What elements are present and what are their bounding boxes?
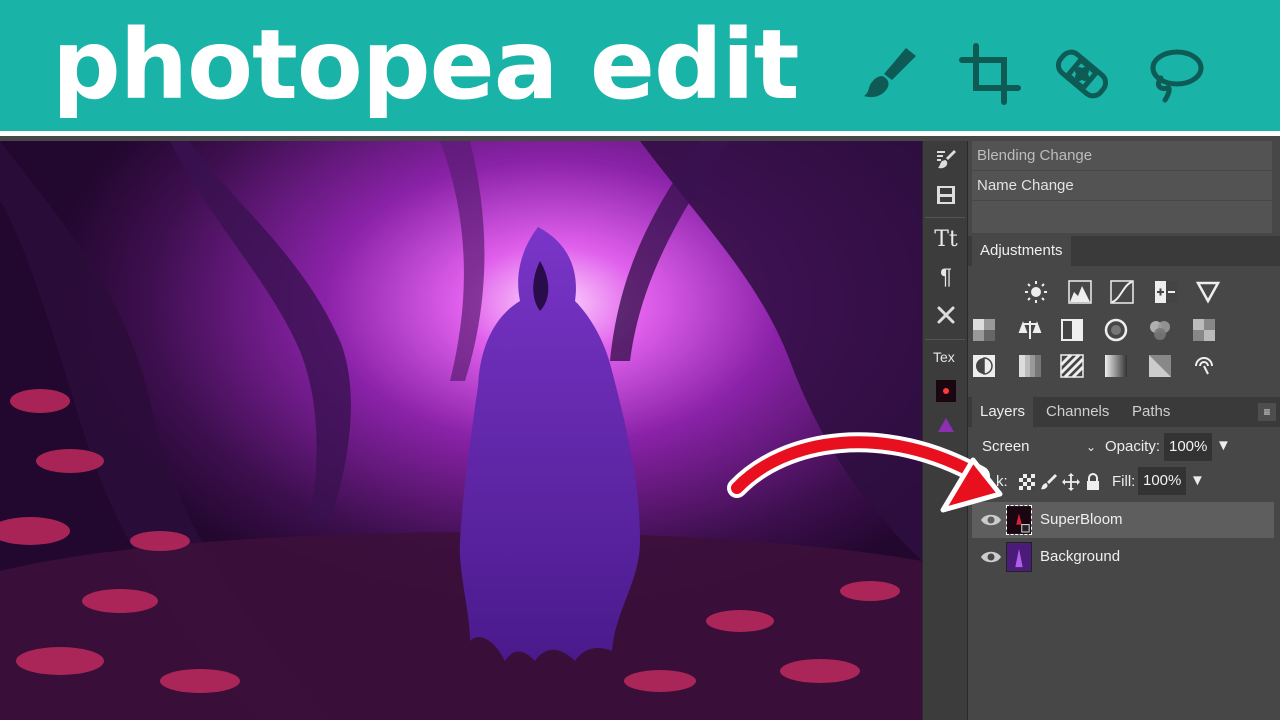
title-banner: photopea edit: [0, 0, 1280, 136]
bandage-icon: [1050, 42, 1114, 106]
eye-icon[interactable]: [980, 511, 1002, 529]
lock-pixels-icon[interactable]: [1040, 473, 1058, 491]
opacity-label: Opacity:: [1105, 438, 1161, 455]
image-canvas[interactable]: [0, 141, 922, 720]
lock-transparency-icon[interactable]: [1018, 473, 1036, 491]
tab-paths[interactable]: Paths: [1124, 397, 1178, 427]
tab-channels[interactable]: Channels: [1038, 397, 1117, 427]
lock-label: k:: [996, 473, 1008, 490]
channel-mixer-icon[interactable]: [1148, 318, 1172, 342]
history-item[interactable]: Name Change: [972, 171, 1272, 200]
layer-thumbnail: [1006, 542, 1032, 572]
hue-saturation-icon[interactable]: [972, 318, 996, 342]
invert-icon[interactable]: [972, 354, 996, 378]
photo-filter-icon[interactable]: [1104, 318, 1128, 342]
save-icon[interactable]: [930, 179, 962, 211]
swatch-triangle-icon[interactable]: [930, 409, 962, 441]
gradient-map-icon[interactable]: [1104, 354, 1128, 378]
tool-strip: Tt ¶ Tex: [922, 141, 968, 720]
chevron-down-icon: ⌄: [1085, 440, 1096, 454]
opacity-input[interactable]: 100%: [1164, 433, 1212, 461]
curves-icon[interactable]: [1110, 280, 1134, 304]
blend-mode-select[interactable]: Screen ⌄: [978, 433, 1100, 461]
layer-name: SuperBloom: [1040, 511, 1123, 528]
brightness-icon[interactable]: [1024, 280, 1048, 304]
adjustments-tabbar: Adjustments: [968, 236, 1280, 266]
fill-input[interactable]: 100%: [1138, 467, 1186, 495]
eye-icon[interactable]: [980, 548, 1002, 566]
replace-color-icon[interactable]: [1192, 354, 1216, 378]
fill-dropdown-icon[interactable]: ▼: [1190, 472, 1205, 489]
layer-row[interactable]: SuperBloom: [972, 502, 1274, 538]
tab-layers[interactable]: Layers: [972, 397, 1034, 427]
hooded-figure-forest-image: [0, 141, 922, 720]
layers-tabbar: Layers Channels Paths ≡: [968, 397, 1280, 427]
vibrance-icon[interactable]: [1196, 280, 1220, 304]
tab-adjustments[interactable]: Adjustments: [972, 236, 1071, 266]
layer-row[interactable]: Background: [972, 539, 1274, 575]
exposure-icon[interactable]: [1154, 280, 1178, 304]
tool-separator: [925, 217, 965, 218]
tool-separator: [925, 339, 965, 340]
blend-mode-value: Screen: [982, 438, 1030, 455]
black-white-icon[interactable]: [1060, 318, 1084, 342]
history-empty-row: [972, 201, 1272, 233]
color-balance-icon[interactable]: [1018, 318, 1042, 342]
tool-preset-icon[interactable]: [930, 299, 962, 331]
lasso-icon: [1143, 42, 1207, 106]
character-icon[interactable]: Tt: [930, 223, 962, 255]
levels-icon[interactable]: [1068, 280, 1092, 304]
color-lookup-icon[interactable]: [1192, 318, 1216, 342]
text-tool-label[interactable]: Tex: [933, 349, 955, 365]
opacity-dropdown-icon[interactable]: ▼: [1216, 437, 1231, 454]
selective-color-icon[interactable]: [1148, 354, 1172, 378]
crop-icon: [958, 42, 1022, 106]
banner-title: photopea edit: [52, 9, 800, 121]
layer-thumbnail: [1006, 505, 1032, 535]
brush-icon: [858, 42, 922, 106]
history-item[interactable]: Blending Change: [972, 141, 1272, 170]
panel-menu-icon[interactable]: ≡: [1258, 403, 1276, 421]
fill-label: Fill:: [1112, 473, 1136, 490]
right-panel: Blending Change Name Change Adjustments: [968, 141, 1280, 720]
lock-position-icon[interactable]: [1062, 473, 1080, 491]
lock-all-icon[interactable]: [1084, 473, 1102, 491]
layer-name: Background: [1040, 548, 1121, 565]
brush-preset-icon[interactable]: [930, 143, 962, 175]
threshold-icon[interactable]: [1060, 354, 1084, 378]
layer-thumb-icon[interactable]: [930, 375, 962, 407]
paragraph-icon[interactable]: ¶: [930, 261, 962, 293]
posterize-icon[interactable]: [1018, 354, 1042, 378]
